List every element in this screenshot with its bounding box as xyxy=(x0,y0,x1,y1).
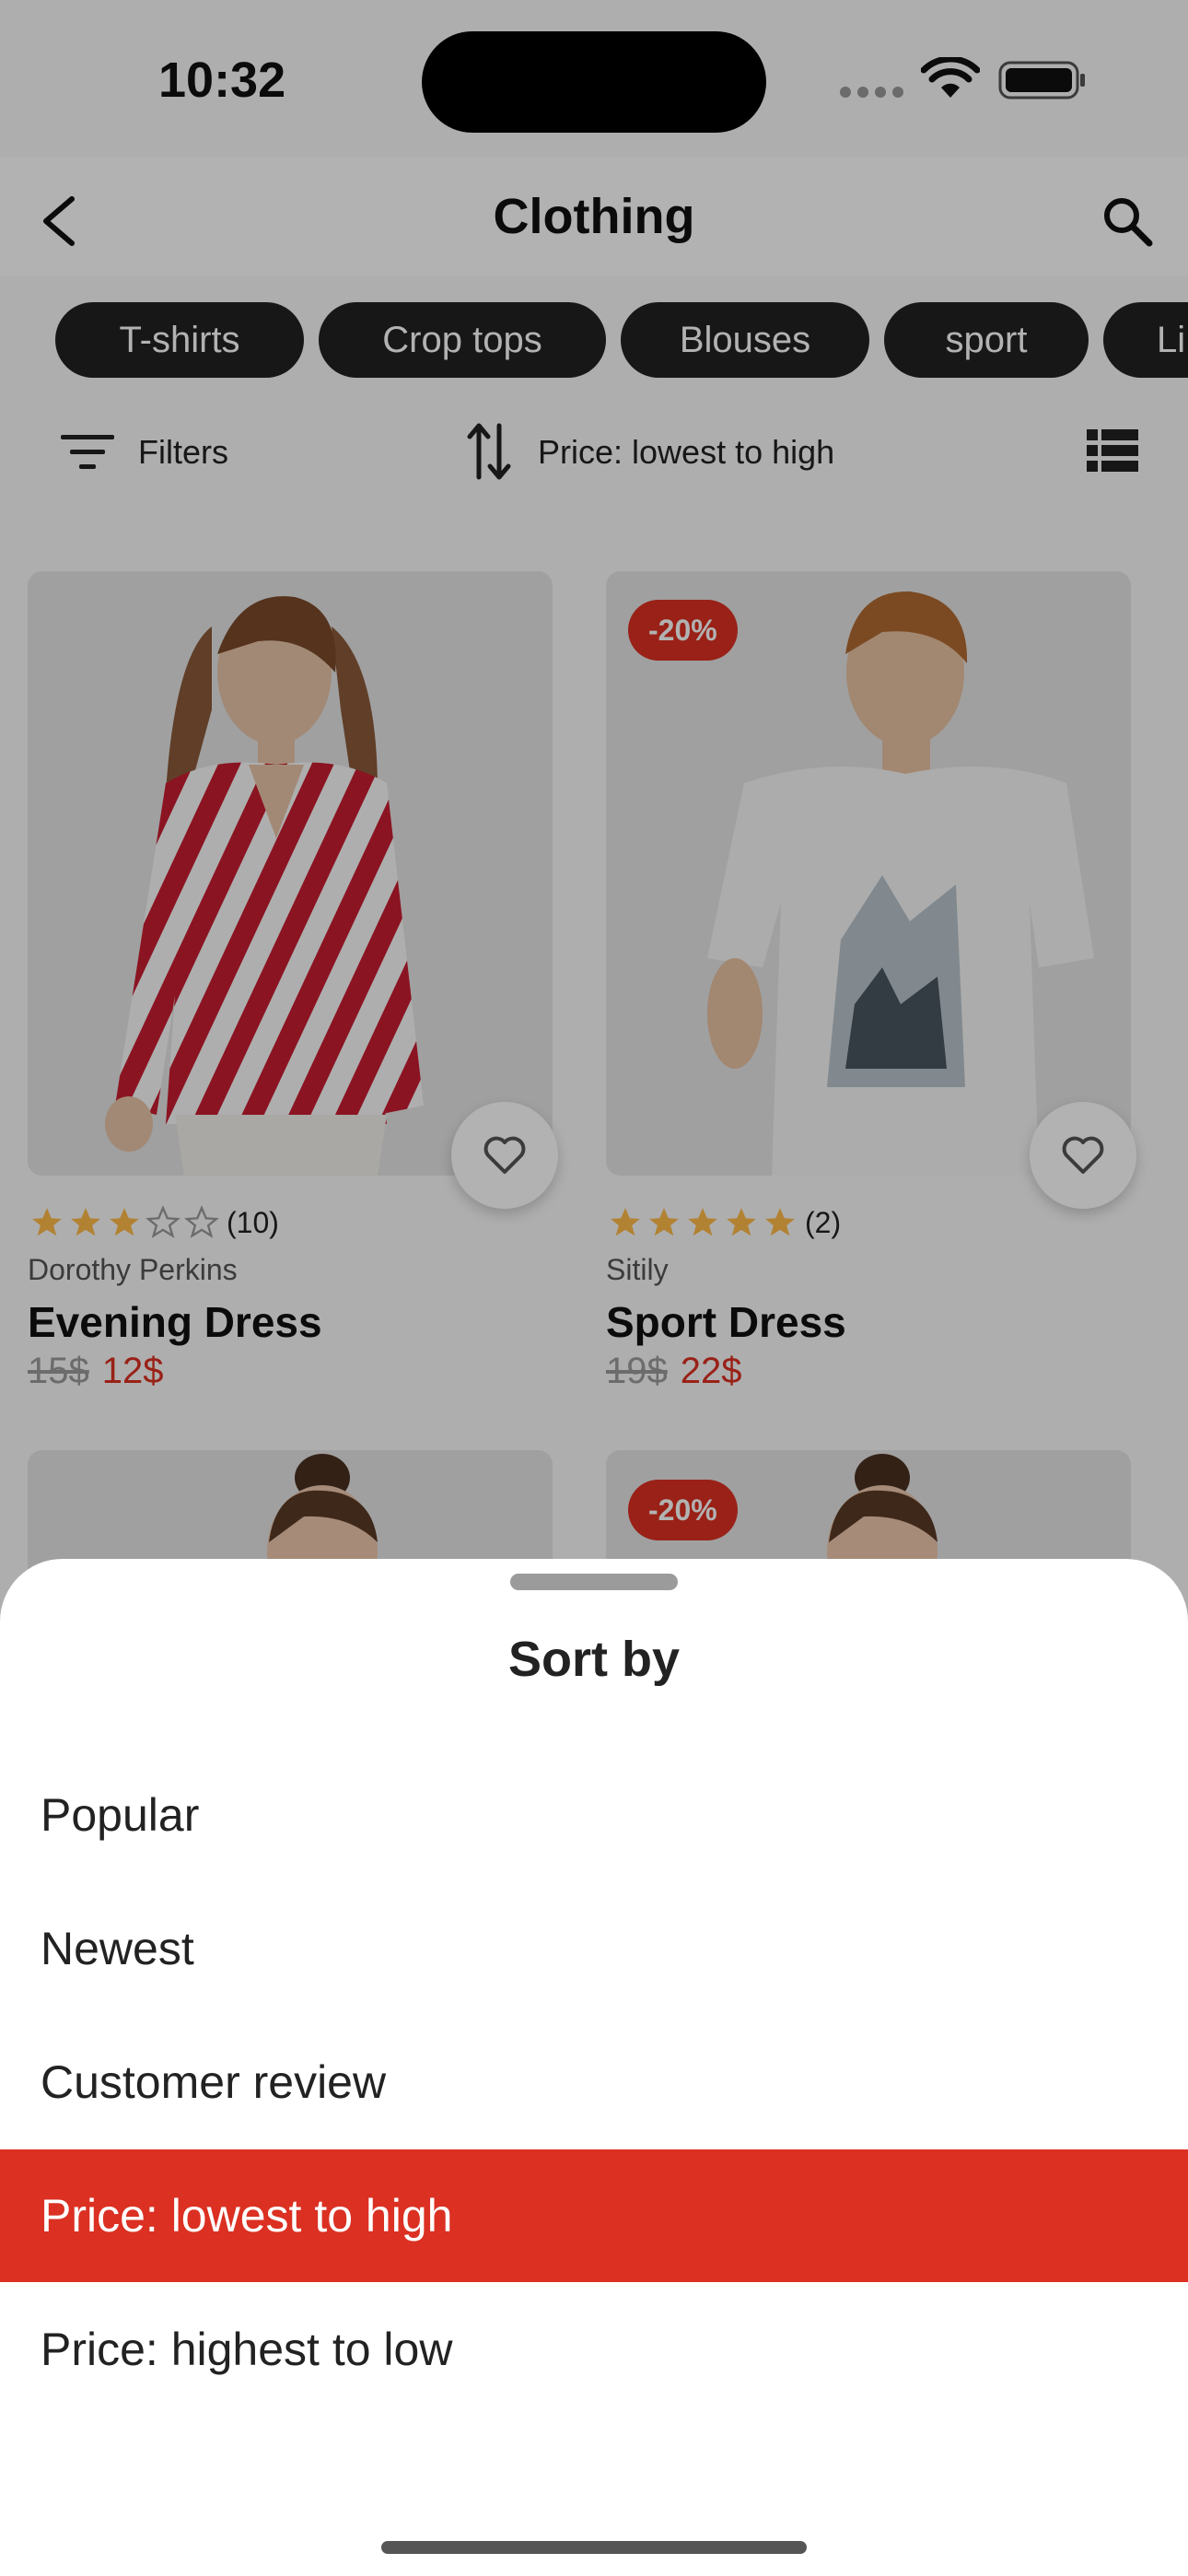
sort-option-price-low-high[interactable]: Price: lowest to high xyxy=(0,2149,1188,2282)
sort-option-popular[interactable]: Popular xyxy=(0,1749,1188,1881)
sort-option-price-high-low[interactable]: Price: highest to low xyxy=(0,2283,1188,2416)
sort-option-customer-review[interactable]: Customer review xyxy=(0,2016,1188,2149)
sort-option-newest[interactable]: Newest xyxy=(0,1882,1188,2015)
home-indicator[interactable] xyxy=(381,2541,807,2554)
sheet-grabber[interactable] xyxy=(510,1574,678,1590)
sheet-title: Sort by xyxy=(507,1632,681,1687)
